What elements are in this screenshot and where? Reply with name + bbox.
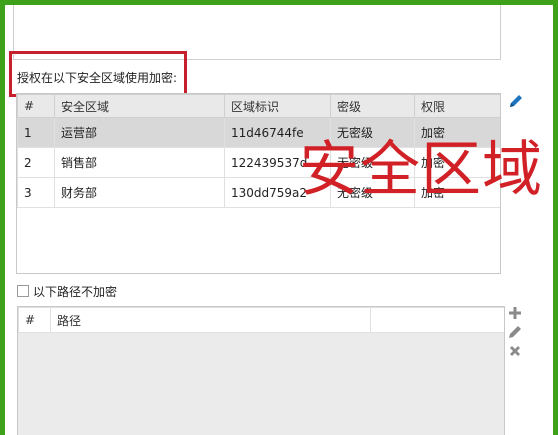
path-action-toolbar — [507, 305, 523, 359]
cell-index: 3 — [17, 177, 55, 208]
col-header-index[interactable]: # — [17, 94, 55, 118]
pencil-icon[interactable] — [508, 93, 524, 109]
plus-icon[interactable] — [507, 305, 523, 321]
exclude-path-checkbox[interactable] — [17, 285, 29, 297]
exclude-path-label: 以下路径不加密 — [33, 284, 118, 299]
annotation-big-label: 安全区域 — [299, 135, 543, 205]
col-header-zone[interactable]: 安全区域 — [54, 94, 225, 118]
path-header-row: # 路径 — [18, 307, 504, 333]
cell-index: 1 — [17, 117, 55, 148]
exclude-path-option[interactable]: 以下路径不加密 — [17, 284, 118, 299]
col-header-level[interactable]: 密级 — [330, 94, 415, 118]
label-highlight-box — [9, 51, 187, 97]
col-header-path[interactable]: 路径 — [50, 307, 371, 333]
col-header-zone-id[interactable]: 区域标识 — [224, 94, 331, 118]
pencil-icon[interactable] — [507, 324, 523, 340]
col-header-permission[interactable]: 权限 — [414, 94, 500, 118]
cell-index: 2 — [17, 147, 55, 178]
close-icon[interactable] — [507, 343, 523, 359]
col-header-index[interactable]: # — [18, 307, 51, 333]
cell-zone: 销售部 — [54, 147, 225, 178]
col-header-blank — [370, 307, 504, 333]
table-header-row: # 安全区域 区域标识 密级 权限 — [17, 94, 500, 118]
excluded-path-table[interactable]: # 路径 — [17, 306, 505, 435]
cell-zone: 财务部 — [54, 177, 225, 208]
cell-zone: 运营部 — [54, 117, 225, 148]
